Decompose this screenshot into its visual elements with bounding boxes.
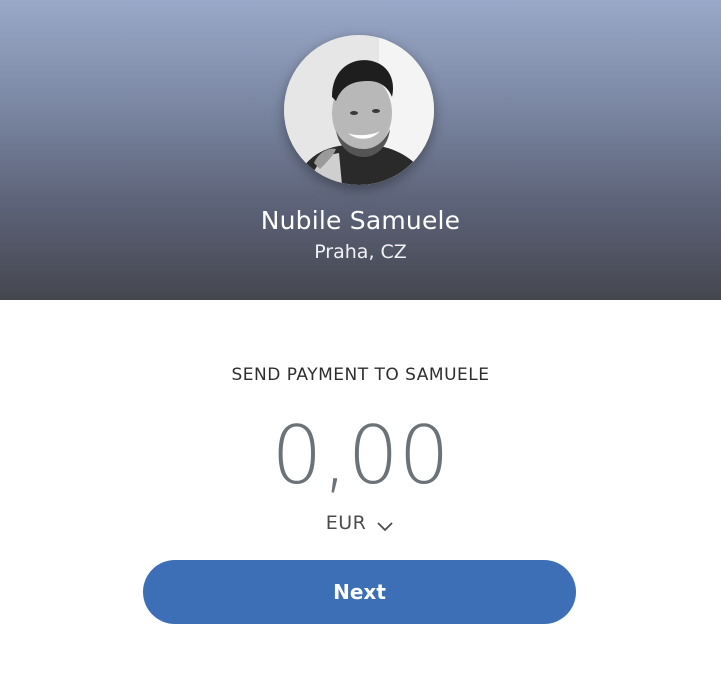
avatar bbox=[284, 35, 434, 185]
profile-location: Praha, CZ bbox=[314, 241, 407, 263]
currency-code: EUR bbox=[325, 512, 367, 534]
payment-page: Nubile Samuele Praha, CZ SEND PAYMENT TO… bbox=[0, 0, 721, 677]
chevron-down-icon bbox=[376, 517, 394, 532]
currency-selector[interactable]: EUR bbox=[310, 510, 410, 536]
send-payment-label: SEND PAYMENT TO SAMUELE bbox=[231, 365, 490, 385]
next-button[interactable]: Next bbox=[143, 560, 576, 624]
avatar-photo bbox=[284, 35, 434, 185]
profile-header: Nubile Samuele Praha, CZ bbox=[0, 0, 721, 300]
amount-input[interactable]: 0,00 bbox=[0, 408, 721, 504]
profile-name: Nubile Samuele bbox=[260, 206, 461, 235]
